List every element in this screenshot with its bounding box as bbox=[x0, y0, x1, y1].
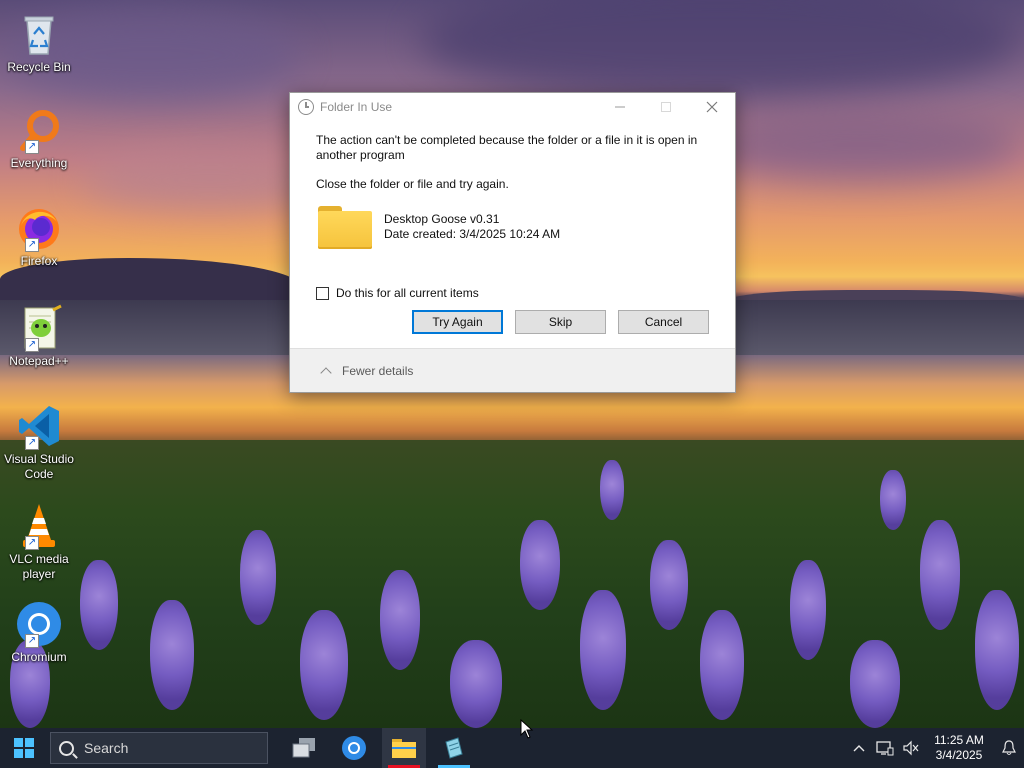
cancel-button[interactable]: Cancel bbox=[618, 310, 709, 334]
network-button[interactable] bbox=[872, 728, 898, 768]
desktop-icon-label: Chromium bbox=[11, 650, 67, 664]
taskbar: Search 11:25 AM 3/4/2025 bbox=[0, 728, 1024, 768]
network-icon bbox=[876, 741, 894, 756]
maximize-icon bbox=[661, 102, 671, 112]
close-icon bbox=[706, 101, 718, 113]
apply-all-checkbox[interactable] bbox=[316, 286, 329, 300]
tray-overflow-button[interactable] bbox=[846, 728, 872, 768]
desktop-icon-vscode[interactable]: ↗ Visual Studio Code bbox=[2, 402, 76, 482]
recycle-bin-icon bbox=[15, 10, 63, 58]
chevron-up-icon bbox=[853, 745, 865, 752]
system-tray: 11:25 AM 3/4/2025 bbox=[846, 728, 1024, 768]
search-placeholder: Search bbox=[84, 740, 129, 756]
dialog-title: Folder In Use bbox=[320, 100, 393, 114]
task-view-button[interactable] bbox=[282, 728, 326, 768]
bell-icon bbox=[1002, 740, 1016, 755]
error-message: The action can't be completed because th… bbox=[316, 133, 698, 162]
task-view-icon bbox=[292, 738, 315, 758]
notepad-plus-plus-icon: ↗ bbox=[15, 304, 63, 352]
taskbar-clock[interactable]: 11:25 AM 3/4/2025 bbox=[928, 733, 990, 763]
shortcut-arrow-icon: ↗ bbox=[25, 436, 39, 450]
chromium-icon bbox=[342, 736, 366, 760]
vlc-icon: ↗ bbox=[15, 502, 63, 550]
try-again-button[interactable]: Try Again bbox=[412, 310, 503, 334]
notepad-icon bbox=[445, 737, 463, 759]
shortcut-arrow-icon: ↗ bbox=[25, 238, 39, 252]
desktop-icon-everything[interactable]: ↗ Everything bbox=[2, 106, 76, 171]
shortcut-arrow-icon: ↗ bbox=[25, 536, 39, 550]
shortcut-arrow-icon: ↗ bbox=[25, 140, 39, 154]
start-button[interactable] bbox=[0, 728, 48, 768]
clock-date: 3/4/2025 bbox=[935, 748, 983, 762]
minimize-button[interactable] bbox=[597, 93, 643, 121]
clock-icon bbox=[298, 99, 314, 115]
volume-muted-icon bbox=[903, 740, 919, 756]
taskbar-app-file-explorer[interactable] bbox=[382, 728, 426, 768]
vscode-icon: ↗ bbox=[15, 402, 63, 450]
taskbar-app-chromium[interactable] bbox=[332, 728, 376, 768]
volume-button[interactable] bbox=[898, 728, 924, 768]
desktop-icon-label: Firefox bbox=[20, 254, 58, 268]
details-toggle[interactable]: Fewer details bbox=[290, 348, 735, 392]
windows-logo-icon bbox=[14, 738, 34, 758]
folder-icon bbox=[316, 204, 374, 250]
clock-time: 11:25 AM bbox=[934, 733, 984, 747]
mouse-cursor-icon bbox=[520, 719, 534, 739]
close-button[interactable] bbox=[689, 93, 735, 121]
details-toggle-label[interactable]: Fewer details bbox=[342, 364, 413, 378]
everything-search-icon: ↗ bbox=[15, 106, 63, 154]
dialog-titlebar[interactable]: Folder In Use bbox=[290, 93, 735, 121]
chromium-icon: ↗ bbox=[15, 600, 63, 648]
desktop-icon-label: VLC media player bbox=[9, 552, 69, 581]
shortcut-arrow-icon: ↗ bbox=[25, 634, 39, 648]
maximize-button bbox=[643, 93, 689, 121]
search-icon bbox=[59, 740, 74, 756]
minimize-icon bbox=[615, 106, 625, 108]
skip-button[interactable]: Skip bbox=[515, 310, 606, 334]
instruction-text: Close the folder or file and try again. bbox=[316, 177, 509, 191]
file-date: Date created: 3/4/2025 10:24 AM bbox=[384, 227, 561, 241]
taskbar-search-box[interactable]: Search bbox=[50, 732, 268, 764]
dialog-buttons: Try Again Skip Cancel bbox=[316, 310, 709, 334]
dialog-body: The action can't be completed because th… bbox=[290, 121, 735, 334]
desktop-icon-label: Recycle Bin bbox=[7, 60, 71, 74]
chevron-up-icon bbox=[320, 366, 332, 379]
file-info-row: Desktop Goose v0.31 Date created: 3/4/20… bbox=[316, 204, 709, 250]
apply-all-label[interactable]: Do this for all current items bbox=[336, 286, 479, 300]
desktop-icon-label: Notepad++ bbox=[9, 354, 69, 368]
desktop-icon-firefox[interactable]: ↗ Firefox bbox=[2, 204, 76, 269]
shortcut-arrow-icon: ↗ bbox=[25, 338, 39, 352]
file-name: Desktop Goose v0.31 bbox=[384, 212, 500, 226]
apply-all-row[interactable]: Do this for all current items bbox=[316, 286, 709, 300]
desktop-icon-label: Everything bbox=[10, 156, 68, 170]
notifications-button[interactable] bbox=[994, 728, 1024, 768]
desktop-icon-notepad-plus-plus[interactable]: ↗ Notepad++ bbox=[2, 304, 76, 369]
desktop-icon-vlc[interactable]: ↗ VLC media player bbox=[2, 502, 76, 582]
desktop-icon-recycle-bin[interactable]: Recycle Bin bbox=[2, 10, 76, 75]
desktop-icon-chromium[interactable]: ↗ Chromium bbox=[2, 600, 76, 665]
file-explorer-icon bbox=[392, 739, 416, 758]
desktop-icon-label: Visual Studio Code bbox=[4, 452, 74, 481]
folder-in-use-dialog: Folder In Use The action can't be comple… bbox=[289, 92, 736, 393]
firefox-icon: ↗ bbox=[15, 204, 63, 252]
taskbar-app-notepad[interactable] bbox=[432, 728, 476, 768]
